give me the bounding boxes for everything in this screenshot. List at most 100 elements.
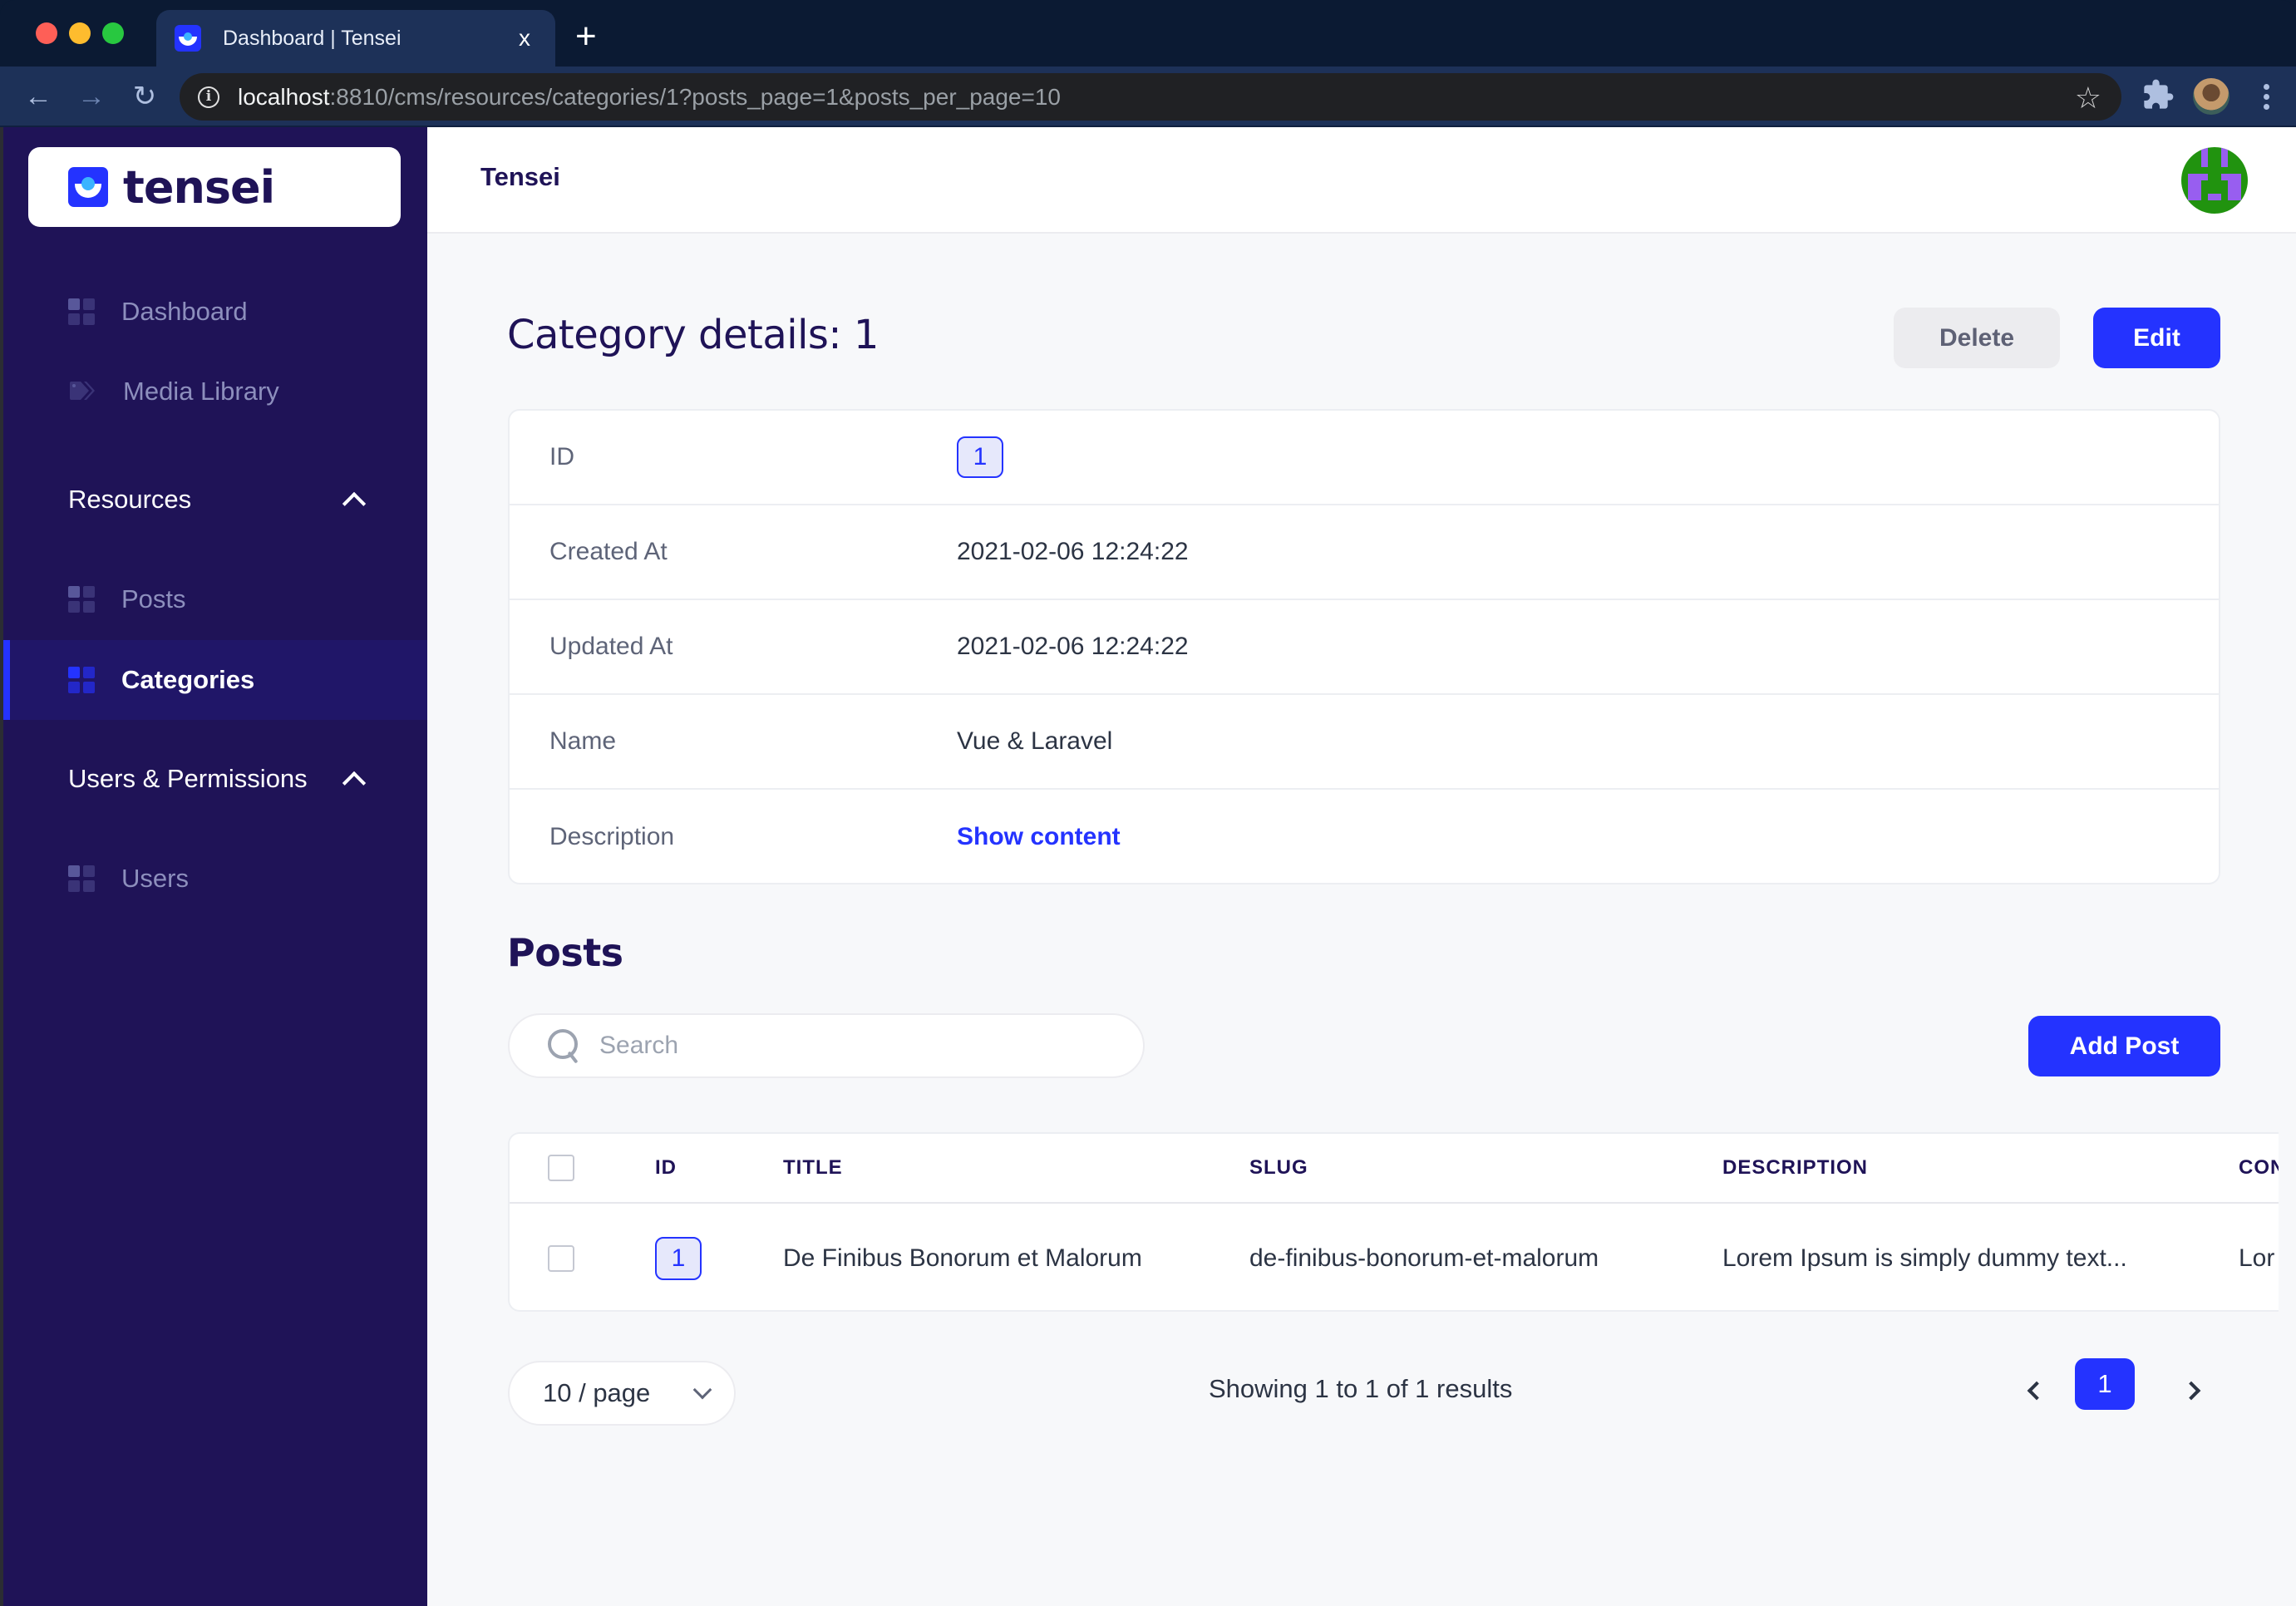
next-page-chevron-icon[interactable] (2181, 1381, 2201, 1401)
detail-row-id: ID 1 (510, 411, 2219, 505)
browser-toolbar: ← → ↻ i localhost:8810/cms/resources/cat… (0, 67, 2296, 127)
sidebar-item-media-library[interactable]: Media Library (3, 352, 427, 431)
sidebar-item-label: Media Library (123, 377, 279, 406)
sidebar-item-dashboard[interactable]: Dashboard (3, 272, 427, 352)
grid-icon (68, 667, 95, 693)
sidebar-section-label: Resources (68, 485, 192, 514)
browser-profile-avatar[interactable] (2193, 78, 2229, 115)
browser-menu-icon[interactable] (2258, 78, 2274, 115)
header-title: Tensei (480, 162, 560, 191)
per-page-value: 10 / page (543, 1378, 651, 1407)
row-content-cell: Lor (2239, 1244, 2275, 1272)
app-root: tensei Dashboard Media Library Resources (0, 127, 2296, 1606)
sidebar-item-label: Posts (121, 584, 186, 613)
column-header-content[interactable]: CON (2239, 1156, 2279, 1180)
per-page-select[interactable]: 10 / page (508, 1361, 736, 1426)
sidebar-section-users-permissions[interactable]: Users & Permissions (3, 746, 427, 812)
detail-label: Description (549, 823, 675, 850)
bookmark-star-icon[interactable]: ☆ (2075, 81, 2101, 116)
detail-label: Name (549, 727, 617, 755)
detail-value: 1 (957, 436, 1003, 478)
column-header-title[interactable]: TITLE (783, 1156, 843, 1180)
detail-row-created-at: Created At 2021-02-06 12:24:22 (510, 505, 2219, 600)
sidebar-item-categories[interactable]: Categories (3, 640, 427, 720)
table-header-row: ID TITLE SLUG DESCRIPTION CON (510, 1134, 2279, 1204)
detail-row-updated-at: Updated At 2021-02-06 12:24:22 (510, 600, 2219, 695)
show-content-link[interactable]: Show content (957, 823, 1121, 851)
tensei-logo-icon (68, 167, 108, 207)
forward-arrow-icon[interactable]: → (73, 78, 110, 115)
row-slug-cell: de-finibus-bonorum-et-malorum (1249, 1244, 1599, 1272)
reload-icon[interactable]: ↻ (126, 78, 163, 115)
page-title: Category details: 1 (507, 312, 879, 358)
row-description-cell: Lorem Ipsum is simply dummy text... (1722, 1244, 2127, 1272)
tab-strip: Dashboard | Tensei x + (0, 0, 2296, 67)
minimize-window-button[interactable] (69, 22, 91, 44)
brand-name: tensei (123, 160, 275, 214)
search-input[interactable] (599, 1032, 1098, 1060)
address-bar[interactable]: i localhost:8810/cms/resources/categorie… (180, 73, 2121, 121)
chevron-down-icon (692, 1380, 712, 1400)
sidebar-item-label: Dashboard (121, 297, 248, 326)
back-arrow-icon[interactable]: ← (20, 78, 57, 115)
tag-icon (70, 382, 95, 400)
previous-page-chevron-icon[interactable] (2027, 1381, 2047, 1401)
sidebar-section-label: Users & Permissions (68, 764, 308, 793)
posts-search[interactable] (508, 1013, 1145, 1078)
detail-row-name: Name Vue & Laravel (510, 695, 2219, 790)
search-icon (546, 1027, 583, 1064)
chevron-up-icon (342, 771, 367, 796)
url-host: localhost (238, 83, 330, 110)
table-row[interactable]: 1 De Finibus Bonorum et Malorum de-finib… (510, 1205, 2279, 1310)
column-header-slug[interactable]: SLUG (1249, 1156, 1308, 1180)
select-all-checkbox[interactable] (548, 1155, 574, 1181)
delete-button[interactable]: Delete (1894, 308, 2060, 368)
sidebar: tensei Dashboard Media Library Resources (0, 127, 427, 1606)
site-info-icon[interactable]: i (198, 86, 219, 108)
sidebar-item-label: Categories (121, 665, 255, 694)
page-number-button[interactable]: 1 (2075, 1358, 2135, 1410)
chevron-up-icon (342, 491, 367, 516)
url-path: :8810/cms/resources/categories/1?posts_p… (329, 83, 1061, 110)
tab-close-icon[interactable]: x (512, 25, 537, 52)
column-header-id[interactable]: ID (655, 1156, 677, 1180)
results-summary: Showing 1 to 1 of 1 results (1209, 1374, 1513, 1403)
grid-icon (68, 865, 95, 892)
new-tab-button[interactable]: + (575, 13, 597, 60)
tensei-favicon-icon (175, 25, 201, 52)
posts-section-title: Posts (507, 930, 623, 975)
detail-value: Vue & Laravel (957, 727, 1113, 755)
row-title-cell: De Finibus Bonorum et Malorum (783, 1244, 1142, 1272)
browser-window: Dashboard | Tensei x + ← → ↻ i localhost… (0, 0, 2296, 1606)
close-window-button[interactable] (36, 22, 57, 44)
posts-table: ID TITLE SLUG DESCRIPTION CON 1 De Finib… (508, 1132, 2279, 1312)
detail-label: Created At (549, 538, 668, 565)
tab-title: Dashboard | Tensei (223, 26, 402, 50)
detail-label: ID (549, 443, 574, 470)
row-id-badge[interactable]: 1 (655, 1237, 702, 1280)
maximize-window-button[interactable] (102, 22, 124, 44)
grid-icon (68, 298, 95, 325)
column-header-description[interactable]: DESCRIPTION (1722, 1156, 1868, 1180)
sidebar-item-users[interactable]: Users (3, 839, 427, 919)
sidebar-item-posts[interactable]: Posts (3, 559, 427, 639)
row-checkbox[interactable] (548, 1245, 574, 1272)
grid-icon (68, 586, 95, 613)
sidebar-section-resources[interactable]: Resources (3, 466, 427, 533)
row-id-cell: 1 (655, 1237, 702, 1280)
detail-label: Updated At (549, 633, 673, 660)
edit-button[interactable]: Edit (2093, 308, 2220, 368)
detail-value: 2021-02-06 12:24:22 (957, 538, 1189, 565)
user-avatar[interactable] (2181, 147, 2248, 214)
detail-value: 2021-02-06 12:24:22 (957, 633, 1189, 660)
brand-logo[interactable]: tensei (28, 147, 401, 227)
sidebar-item-label: Users (121, 864, 189, 893)
add-post-button[interactable]: Add Post (2028, 1016, 2220, 1076)
detail-row-description: Description Show content (510, 790, 2219, 884)
browser-tab[interactable]: Dashboard | Tensei x (156, 10, 555, 67)
details-card: ID 1 Created At 2021-02-06 12:24:22 Upda… (508, 409, 2220, 884)
extensions-puzzle-icon[interactable] (2141, 78, 2175, 111)
top-header: Tensei (427, 127, 2296, 234)
url-text[interactable]: localhost:8810/cms/resources/categories/… (238, 84, 1061, 111)
id-badge: 1 (957, 436, 1003, 478)
